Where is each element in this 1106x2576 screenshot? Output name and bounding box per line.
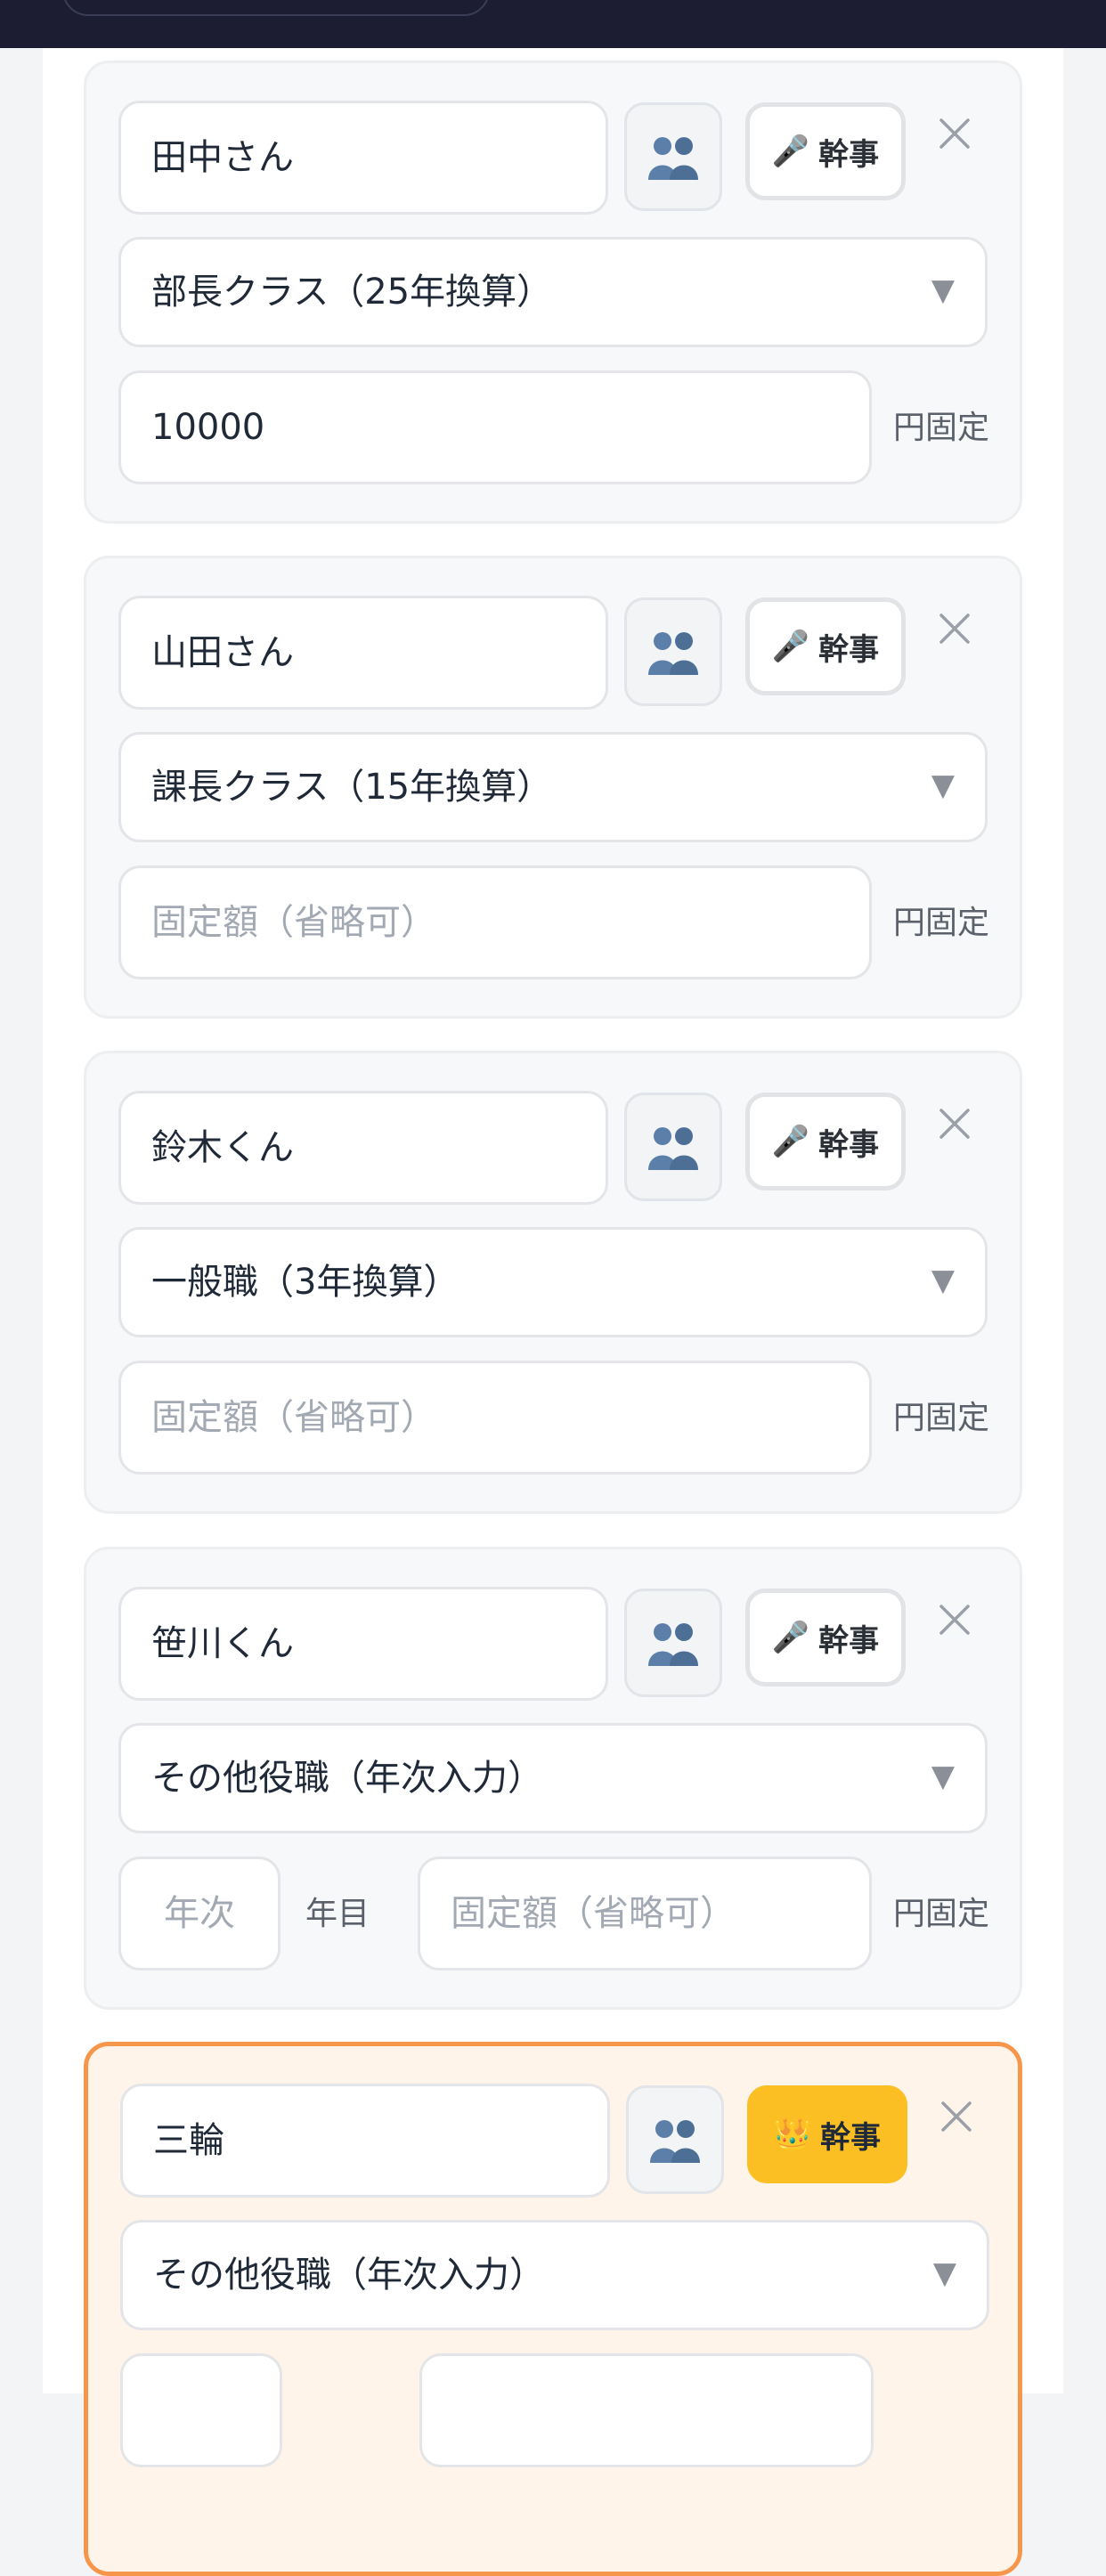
chevron-down-icon: ▼ [931, 1759, 955, 1794]
group-icon [648, 632, 698, 675]
member-card: 田中さん 🎤 幹事 部長クラス（25年換算） ▼ 10000 円固定 [84, 61, 1022, 524]
chevron-down-icon: ▼ [931, 1263, 955, 1298]
close-icon [939, 1109, 970, 1139]
group-icon [650, 2120, 700, 2163]
group-button[interactable] [624, 1093, 722, 1201]
organizer-label: 幹事 [818, 1622, 880, 1659]
member-name-input[interactable]: 田中さん [118, 101, 608, 215]
yen-fixed-label: 円固定 [893, 1400, 990, 1436]
group-button[interactable] [626, 2085, 724, 2194]
remove-member-button[interactable] [934, 2094, 979, 2139]
year-input[interactable]: 年次 [118, 1857, 281, 1971]
organizer-toggle-button[interactable]: 🎤 幹事 [745, 102, 906, 200]
group-button[interactable] [624, 1589, 722, 1697]
microphone-icon: 🎤 [771, 134, 810, 169]
organizer-label: 幹事 [818, 136, 880, 173]
microphone-icon: 🎤 [771, 1620, 810, 1655]
fixed-amount-input[interactable]: 固定額（省略可） [118, 865, 872, 979]
chevron-down-icon: ▼ [931, 272, 955, 308]
fixed-amount-input[interactable]: 10000 [118, 370, 872, 484]
member-name-input[interactable]: 山田さん [118, 596, 608, 710]
member-card: 笹川くん 🎤 幹事 その他役職（年次入力） ▼ 年次 年目 固定額（省略可） 円… [84, 1547, 1022, 2010]
member-name-input[interactable]: 鈴木くん [118, 1091, 608, 1205]
fixed-amount-input[interactable] [419, 2353, 874, 2467]
organizer-toggle-button[interactable]: 🎤 幹事 [745, 1093, 906, 1190]
yen-fixed-label: 円固定 [893, 410, 990, 446]
organizer-toggle-button-active[interactable]: 👑 幹事 [747, 2085, 907, 2183]
position-select-value: 部長クラス（25年換算） [151, 272, 553, 313]
microphone-icon: 🎤 [771, 1124, 810, 1159]
year-input[interactable] [120, 2353, 282, 2467]
organizer-toggle-button[interactable]: 🎤 幹事 [745, 597, 906, 695]
member-card: 鈴木くん 🎤 幹事 一般職（3年換算） ▼ 固定額（省略可） 円固定 [84, 1051, 1022, 1514]
group-icon [648, 137, 698, 180]
member-name-input[interactable]: 三輪 [120, 2084, 610, 2198]
member-card-organizer: 三輪 👑 幹事 その他役職（年次入力） ▼ [84, 2042, 1022, 2576]
chevron-down-icon: ▼ [932, 2255, 956, 2291]
yen-fixed-label: 円固定 [893, 1896, 990, 1932]
remove-member-button[interactable] [932, 606, 977, 651]
member-card: 山田さん 🎤 幹事 課長クラス（15年換算） ▼ 固定額（省略可） 円固定 [84, 556, 1022, 1019]
top-bar [0, 0, 1106, 48]
remove-member-button[interactable] [932, 1101, 977, 1146]
close-icon [941, 2101, 972, 2132]
group-icon [648, 1127, 698, 1170]
chevron-down-icon: ▼ [931, 768, 955, 803]
close-icon [939, 614, 970, 644]
remove-member-button[interactable] [932, 1597, 977, 1642]
organizer-toggle-button[interactable]: 🎤 幹事 [745, 1589, 906, 1686]
member-name-input[interactable]: 笹川くん [118, 1587, 608, 1701]
organizer-label: 幹事 [818, 1126, 880, 1163]
position-select[interactable]: その他役職（年次入力） ▼ [120, 2220, 989, 2330]
group-button[interactable] [624, 102, 722, 211]
organizer-label: 幹事 [820, 2119, 882, 2156]
position-select[interactable]: 一般職（3年換算） ▼ [118, 1227, 988, 1337]
crown-icon: 👑 [773, 2117, 812, 2152]
position-select[interactable]: その他役職（年次入力） ▼ [118, 1723, 988, 1833]
position-select[interactable]: 課長クラス（15年換算） ▼ [118, 732, 988, 842]
top-pill-button[interactable] [62, 0, 490, 16]
yen-fixed-label: 円固定 [893, 905, 990, 941]
position-select[interactable]: 部長クラス（25年換算） ▼ [118, 237, 988, 347]
microphone-icon: 🎤 [771, 629, 810, 664]
year-suffix-label: 年目 [305, 1896, 370, 1932]
close-icon [939, 1605, 970, 1635]
organizer-label: 幹事 [818, 631, 880, 668]
remove-member-button[interactable] [932, 111, 977, 156]
close-icon [939, 118, 970, 149]
fixed-amount-input[interactable]: 固定額（省略可） [118, 1361, 872, 1475]
position-select-value: その他役職（年次入力） [151, 1758, 543, 1799]
position-select-value: 課長クラス（15年換算） [151, 767, 553, 808]
group-button[interactable] [624, 597, 722, 706]
group-icon [648, 1623, 698, 1666]
fixed-amount-input[interactable]: 固定額（省略可） [418, 1857, 872, 1971]
position-select-value: 一般職（3年換算） [151, 1262, 459, 1303]
position-select-value: その他役職（年次入力） [153, 2255, 545, 2296]
